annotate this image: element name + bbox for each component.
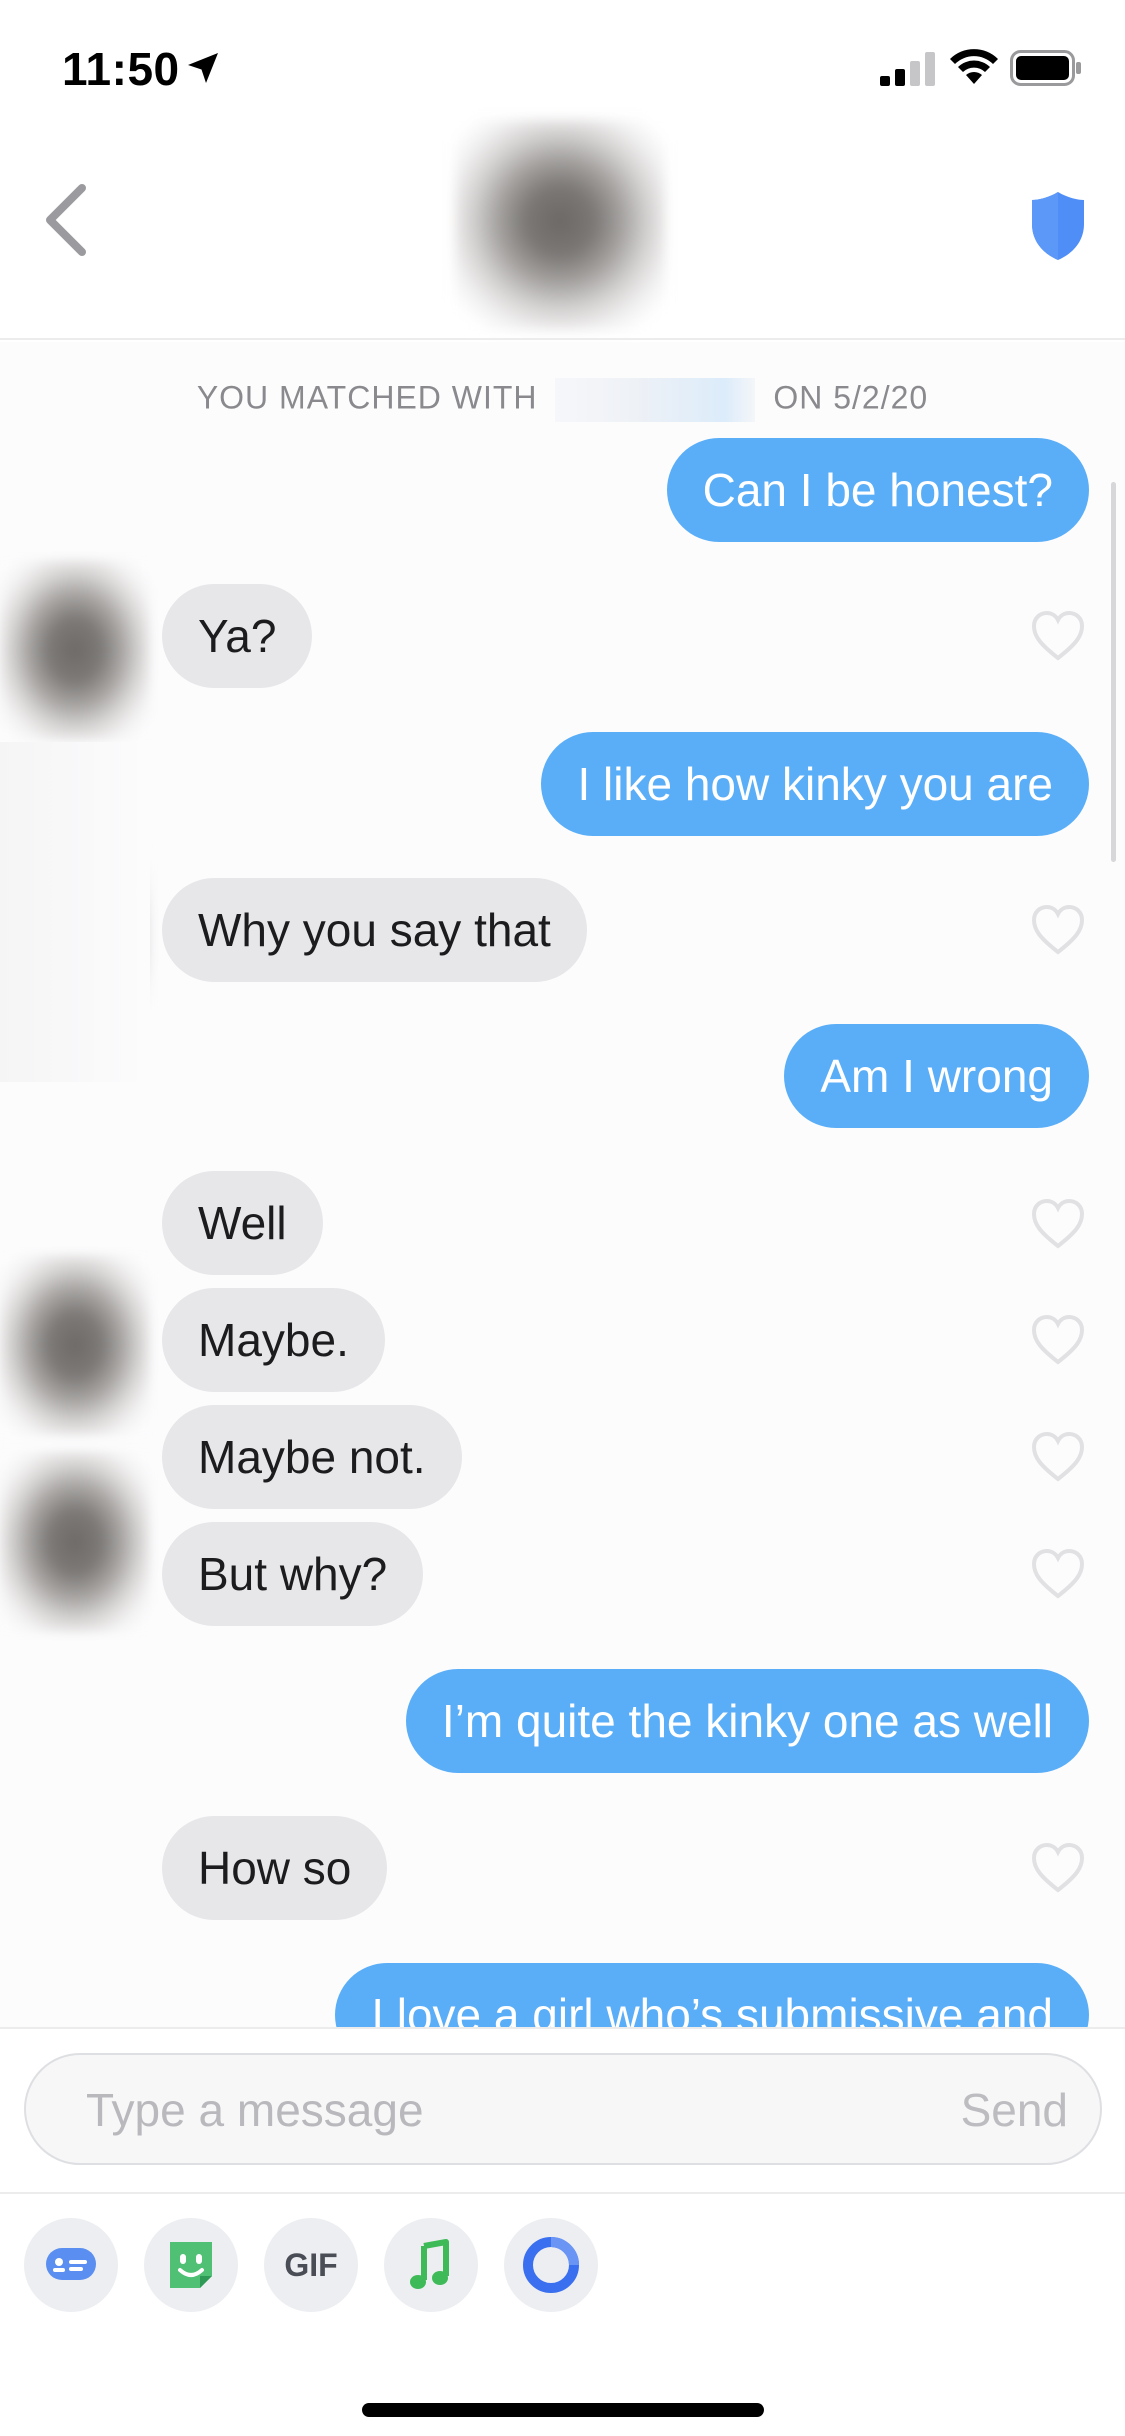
redacted-name (555, 378, 756, 422)
shield-icon[interactable] (1030, 190, 1086, 262)
music-button[interactable] (384, 2218, 478, 2312)
contact-card-button[interactable] (24, 2218, 118, 2312)
scrollbar[interactable] (1111, 482, 1116, 862)
message-list[interactable]: YOU MATCHED WITH ON 5/2/20 Can I be hone… (0, 342, 1125, 2027)
chat-header (0, 110, 1125, 340)
message-input[interactable]: Type a message Send (24, 2053, 1102, 2165)
ring-icon (523, 2237, 579, 2293)
outgoing-message[interactable]: Am I wrong (784, 1024, 1089, 1128)
location-arrow-icon (188, 53, 218, 83)
sticker-button[interactable] (144, 2218, 238, 2312)
gif-icon: GIF (284, 2247, 338, 2283)
cellular-signal-icon (880, 52, 935, 86)
sticker-icon (170, 2242, 212, 2288)
outgoing-message[interactable]: Can I be honest? (666, 438, 1089, 542)
sender-avatar[interactable] (0, 1255, 150, 1435)
outgoing-message[interactable]: I love a girl who’s submissive and (335, 1963, 1089, 2027)
match-notice-prefix: YOU MATCHED WITH (196, 379, 538, 416)
avatar-shadow (0, 742, 150, 1082)
heart-icon[interactable] (1030, 1842, 1086, 1894)
message-composer: Type a message Send (0, 2027, 1125, 2192)
sender-avatar[interactable] (0, 560, 150, 740)
clock: 11:50 (62, 43, 180, 95)
home-indicator (362, 2403, 764, 2417)
heart-icon[interactable] (1030, 1548, 1086, 1600)
contact-card-icon (46, 2248, 96, 2280)
heart-icon[interactable] (1030, 1431, 1086, 1483)
heart-icon[interactable] (1030, 1198, 1086, 1250)
incoming-message[interactable]: Maybe. (162, 1288, 385, 1392)
wifi-icon (950, 49, 998, 84)
incoming-message[interactable]: But why? (162, 1522, 424, 1626)
outgoing-message[interactable]: I like how kinky you are (541, 732, 1089, 836)
match-notice-date: ON 5/2/20 (773, 379, 929, 416)
ring-button[interactable] (504, 2218, 598, 2312)
attachment-toolbar: GIF (0, 2192, 1125, 2432)
outgoing-message[interactable]: I’m quite the kinky one as well (405, 1669, 1089, 1773)
incoming-message[interactable]: Maybe not. (162, 1405, 462, 1509)
incoming-message[interactable]: Ya? (162, 584, 313, 688)
heart-icon[interactable] (1030, 610, 1086, 662)
message-input-placeholder: Type a message (86, 2084, 424, 2136)
chevron-left-icon[interactable] (36, 180, 96, 260)
gif-button[interactable]: GIF (264, 2218, 358, 2312)
battery-icon (1010, 50, 1081, 86)
send-button[interactable]: Send (961, 2083, 1068, 2137)
music-note-icon (410, 2239, 449, 2289)
heart-icon[interactable] (1030, 1314, 1086, 1366)
incoming-message[interactable]: Well (162, 1171, 323, 1275)
match-notice: YOU MATCHED WITH ON 5/2/20 (0, 378, 1125, 422)
heart-icon[interactable] (1030, 904, 1086, 956)
incoming-message[interactable]: How so (162, 1816, 388, 1920)
incoming-message[interactable]: Why you say that (162, 878, 587, 982)
match-avatar[interactable] (455, 120, 665, 330)
sender-avatar[interactable] (0, 1452, 150, 1632)
